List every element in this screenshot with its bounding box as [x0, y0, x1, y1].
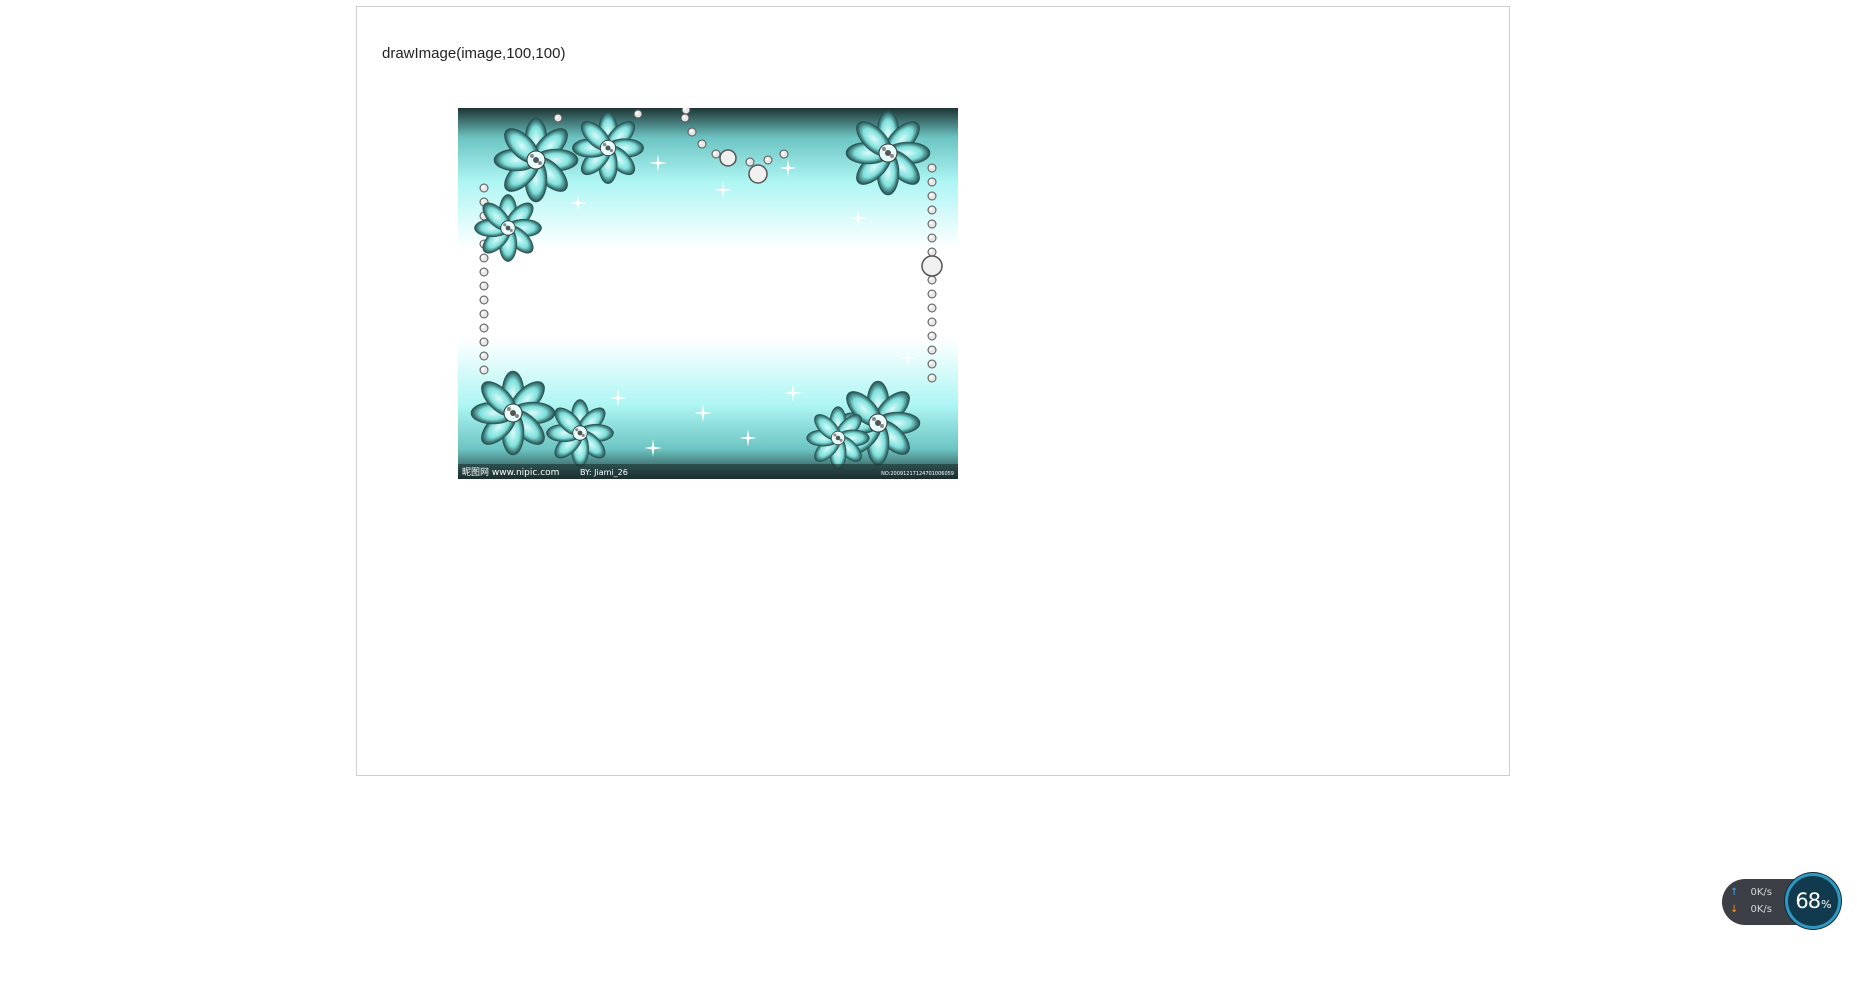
drawn-image: 昵图网 www.nipic.com BY: Jiami_26 NO:200912…	[458, 108, 958, 479]
memory-usage-gauge[interactable]: 68%	[1785, 873, 1841, 929]
canvas-caption: drawImage(image,100,100)	[382, 45, 566, 62]
image-footer-id: NO:20091217124701006059	[881, 471, 954, 477]
upload-speed: 0K/s	[1750, 887, 1773, 898]
upload-row: ↑ 0K/s	[1730, 887, 1772, 898]
image-footer-left: 昵图网 www.nipic.com	[462, 467, 559, 478]
download-speed: 0K/s	[1750, 904, 1773, 915]
canvas: drawImage(image,100,100) 昵图网 www.nipic.c…	[356, 6, 1510, 776]
image-footer-author: BY: Jiami_26	[580, 468, 628, 477]
download-arrow-icon: ↓	[1730, 904, 1739, 915]
network-monitor-widget[interactable]: ↑ 0K/s ↓ 0K/s 68%	[1722, 873, 1844, 929]
upload-arrow-icon: ↑	[1730, 887, 1739, 898]
download-row: ↓ 0K/s	[1730, 904, 1772, 915]
memory-usage-percent: 68%	[1795, 889, 1831, 913]
